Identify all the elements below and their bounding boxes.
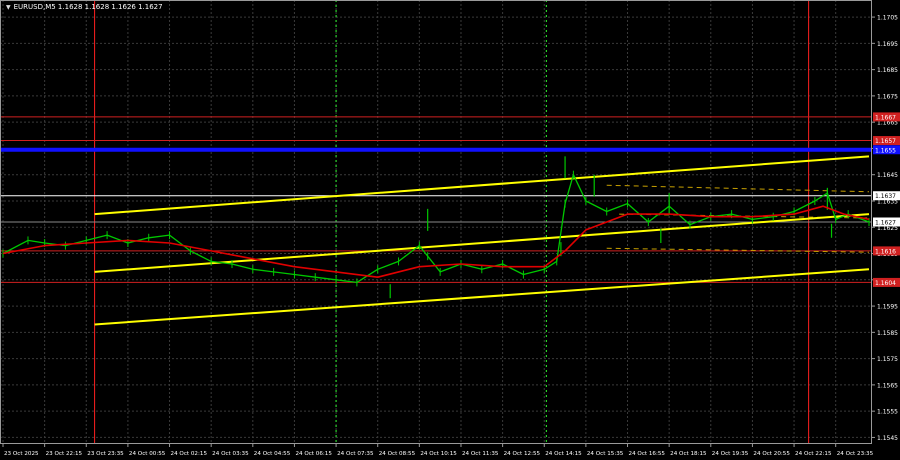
y-tick-label-0: 1.1705 [877, 15, 898, 22]
x-tick-label-12: 24 Oct 12:55 [504, 451, 541, 457]
price-chart[interactable]: 1.17051.16951.16851.16751.16651.16551.16… [0, 0, 900, 460]
current-price-tag-label: 1.1627 [875, 220, 896, 227]
caret-down-icon: ▼ [6, 4, 11, 11]
x-tick-label-7: 24 Oct 06:15 [295, 451, 332, 457]
x-tick-label-14: 24 Oct 15:35 [587, 451, 624, 457]
y-tick-label-6: 1.1645 [877, 172, 898, 179]
x-tick-label-10: 24 Oct 10:15 [420, 451, 457, 457]
x-tick-label-19: 24 Oct 22:15 [795, 451, 832, 457]
x-tick-label-5: 24 Oct 03:35 [212, 451, 249, 457]
x-tick-label-8: 24 Oct 07:35 [337, 451, 374, 457]
x-tick-label-18: 24 Oct 20:55 [753, 451, 790, 457]
y-tick-label-15: 1.1555 [877, 409, 898, 416]
x-tick-label-3: 24 Oct 00:55 [129, 451, 166, 457]
level-tag-5-label: 1.1604 [875, 280, 896, 287]
y-tick-label-12: 1.1585 [877, 330, 898, 337]
level-tag-2-label: 1.1655 [875, 147, 896, 154]
x-tick-label-2: 23 Oct 23:35 [87, 451, 124, 457]
y-tick-label-13: 1.1575 [877, 356, 898, 363]
y-tick-label-16: 1.1545 [877, 435, 898, 442]
y-tick-label-3: 1.1675 [877, 93, 898, 100]
x-tick-label-20: 24 Oct 23:35 [837, 451, 874, 457]
x-tick-label-9: 24 Oct 08:55 [379, 451, 416, 457]
chart-title-text: EURUSD,M5 1.1628 1.1628 1.1626 1.1627 [13, 3, 163, 11]
y-tick-label-1: 1.1695 [877, 41, 898, 48]
level-tag-3-label: 1.1637 [875, 193, 896, 200]
y-tick-label-2: 1.1685 [877, 67, 898, 74]
x-tick-label-17: 24 Oct 19:35 [712, 451, 749, 457]
chart-title: ▼ EURUSD,M5 1.1628 1.1628 1.1626 1.1627 [6, 3, 163, 11]
x-tick-label-4: 24 Oct 02:15 [171, 451, 208, 457]
y-tick-label-14: 1.1565 [877, 382, 898, 389]
x-tick-label-13: 24 Oct 14:15 [545, 451, 582, 457]
x-tick-label-1: 23 Oct 22:15 [46, 451, 83, 457]
x-tick-label-6: 24 Oct 04:55 [254, 451, 291, 457]
chart-background [0, 0, 900, 460]
y-tick-label-11: 1.1595 [877, 304, 898, 311]
level-tag-1-label: 1.1657 [875, 138, 896, 145]
level-tag-4-label: 1.1616 [875, 248, 896, 255]
level-tag-0-label: 1.1667 [875, 114, 896, 121]
x-tick-label-15: 24 Oct 16:55 [629, 451, 666, 457]
x-tick-label-0: 23 Oct 2025 [4, 451, 39, 457]
x-tick-label-16: 24 Oct 18:15 [670, 451, 707, 457]
x-tick-label-11: 24 Oct 11:35 [462, 451, 499, 457]
